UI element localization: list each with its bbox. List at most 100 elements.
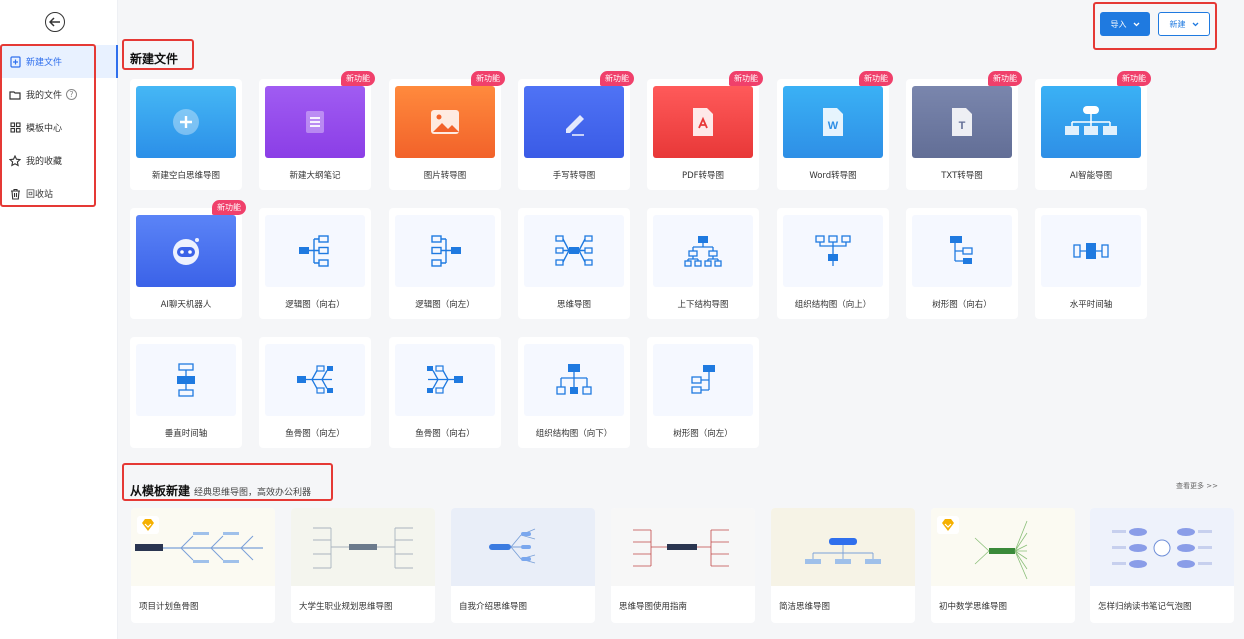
plus-circle-icon <box>173 109 199 135</box>
card-label: PDF转导图 <box>681 171 725 181</box>
pen-icon <box>566 115 584 136</box>
thumb-outline <box>265 86 365 158</box>
card-org-chart-up[interactable]: 组织结构图（向上） <box>777 208 889 319</box>
list-doc-icon <box>306 111 324 133</box>
svg-text:T: T <box>959 120 966 132</box>
card-tree-right[interactable]: 树形图（向右） <box>906 208 1018 319</box>
thumb-tree-right <box>912 215 1012 287</box>
org-chart-icon <box>1065 106 1117 135</box>
template-card[interactable]: 怎样归纳读书笔记气泡图 <box>1090 508 1234 623</box>
card-label: 组织结构图（向上） <box>794 300 872 310</box>
thumb-word: W <box>783 86 883 158</box>
app-window: 新建文件 我的文件 ? 模板中心 我的收藏 回收站 导入 新建 新建文件 新建空… <box>0 0 1244 639</box>
thumb-fishbone-left <box>265 344 365 416</box>
template-card[interactable]: 思维导图使用指南 <box>611 508 755 623</box>
sidebar-item-label: 回收站 <box>26 190 54 200</box>
sidebar-item-label: 新建文件 <box>26 58 63 68</box>
card-ai-smart-map[interactable]: 新功能 AI智能导图 <box>1035 71 1151 190</box>
tree-left-icon <box>691 365 715 394</box>
card-image-to-map[interactable]: 新功能 图片转导图 <box>389 71 505 190</box>
thumb-v-timeline <box>136 344 236 416</box>
thumb-pdf <box>653 86 753 158</box>
career-map-preview <box>313 527 413 569</box>
card-fishbone-left[interactable]: 鱼骨图（向左） <box>259 337 371 448</box>
new-file-icon <box>9 55 21 68</box>
chevron-down-icon <box>1192 22 1198 26</box>
card-handwriting-to-map[interactable]: 新功能 手写转导图 <box>518 71 634 190</box>
new-button[interactable]: 新建 <box>1158 12 1210 36</box>
template-thumb <box>1090 508 1234 586</box>
card-new-blank-mindmap[interactable]: 新建空白思维导图 <box>130 79 242 190</box>
card-new-outline-note[interactable]: 新功能 新建大纲笔记 <box>259 71 375 190</box>
card-mindmap[interactable]: 思维导图 <box>518 208 630 319</box>
card-label: 鱼骨图（向左） <box>285 429 345 439</box>
card-label: 水平时间轴 <box>1069 300 1113 310</box>
sidebar-item-label: 模板中心 <box>26 124 63 134</box>
sidebar: 新建文件 我的文件 ? 模板中心 我的收藏 回收站 <box>0 0 118 639</box>
card-label: 逻辑图（向右） <box>285 300 345 310</box>
card-word-to-map[interactable]: W 新功能 Word转导图 <box>777 71 893 190</box>
card-txt-to-map[interactable]: T 新功能 TXT转导图 <box>906 71 1022 190</box>
logic-right-icon <box>299 235 329 267</box>
new-feature-badge: 新功能 <box>341 71 375 86</box>
thumb-handwriting <box>524 86 624 158</box>
template-card[interactable]: 大学生职业规划思维导图 <box>291 508 435 623</box>
template-card[interactable]: 项目计划鱼骨图 <box>131 508 275 623</box>
thumb-image <box>395 86 495 158</box>
see-more-link[interactable]: 查看更多 >> <box>1176 481 1218 491</box>
new-feature-badge: 新功能 <box>988 71 1022 86</box>
back-arrow-icon[interactable] <box>45 12 65 32</box>
svg-text:W: W <box>828 120 839 132</box>
card-top-down-map[interactable]: 上下结构导图 <box>647 208 759 319</box>
tree-right-icon <box>950 236 973 264</box>
thumb-org-up <box>783 215 883 287</box>
new-feature-badge: 新功能 <box>212 200 246 215</box>
bubble-map-preview <box>1112 528 1212 568</box>
template-thumb <box>451 508 595 586</box>
template-label: 初中数学思维导图 <box>939 602 1008 612</box>
card-label: 思维导图 <box>556 300 591 310</box>
sidebar-item-trash[interactable]: 回收站 <box>0 177 118 210</box>
import-button-label: 导入 <box>1110 19 1127 29</box>
sidebar-item-my-files[interactable]: 我的文件 ? <box>0 78 118 111</box>
card-label: Word转导图 <box>809 171 857 181</box>
card-logic-right[interactable]: 逻辑图（向右） <box>259 208 371 319</box>
card-label: 新建大纲笔记 <box>289 171 341 181</box>
card-label: 鱼骨图（向右） <box>415 429 475 439</box>
card-vertical-timeline[interactable]: 垂直时间轴 <box>130 337 242 448</box>
template-thumb <box>771 508 915 586</box>
card-org-chart-down[interactable]: 组织结构图（向下） <box>518 337 630 448</box>
card-label: 新建空白思维导图 <box>151 171 220 181</box>
card-horizontal-timeline[interactable]: 水平时间轴 <box>1035 208 1147 319</box>
txt-doc-icon: T <box>952 108 972 136</box>
templates-title: 从模板新建 <box>130 484 191 498</box>
org-up-icon <box>815 235 851 266</box>
top-down-icon <box>684 236 722 267</box>
template-card[interactable]: 初中数学思维导图 <box>931 508 1075 623</box>
new-feature-badge: 新功能 <box>600 71 634 86</box>
thumb-logic-right <box>265 215 365 287</box>
card-logic-left[interactable]: 逻辑图（向左） <box>389 208 501 319</box>
sidebar-item-favorites[interactable]: 我的收藏 <box>0 144 118 177</box>
help-icon[interactable]: ? <box>66 89 78 100</box>
card-fishbone-right[interactable]: 鱼骨图（向右） <box>389 337 501 448</box>
card-label: AI聊天机器人 <box>160 300 212 310</box>
new-feature-badge: 新功能 <box>859 71 893 86</box>
template-card[interactable]: 自我介绍思维导图 <box>451 508 595 623</box>
card-ai-chatbot[interactable]: 新功能 AI聊天机器人 <box>130 200 246 319</box>
sidebar-item-templates[interactable]: 模板中心 <box>0 111 118 144</box>
new-feature-badge: 新功能 <box>729 71 763 86</box>
thumb-mindmap <box>524 215 624 287</box>
template-card[interactable]: 简洁思维导图 <box>771 508 915 623</box>
grid-icon <box>9 122 21 134</box>
card-label: 树形图（向左） <box>673 429 733 439</box>
section-title-new-file: 新建文件 <box>130 52 179 66</box>
thumb-tree-left <box>653 344 753 416</box>
simple-map-preview <box>805 538 881 564</box>
import-button[interactable]: 导入 <box>1100 12 1150 36</box>
sidebar-item-new-file[interactable]: 新建文件 <box>0 45 118 78</box>
card-pdf-to-map[interactable]: 新功能 PDF转导图 <box>647 71 763 190</box>
logic-left-icon <box>431 235 461 267</box>
templates-subtitle: 经典思维导图，高效办公利器 <box>194 488 312 498</box>
card-tree-left[interactable]: 树形图（向左） <box>647 337 759 448</box>
